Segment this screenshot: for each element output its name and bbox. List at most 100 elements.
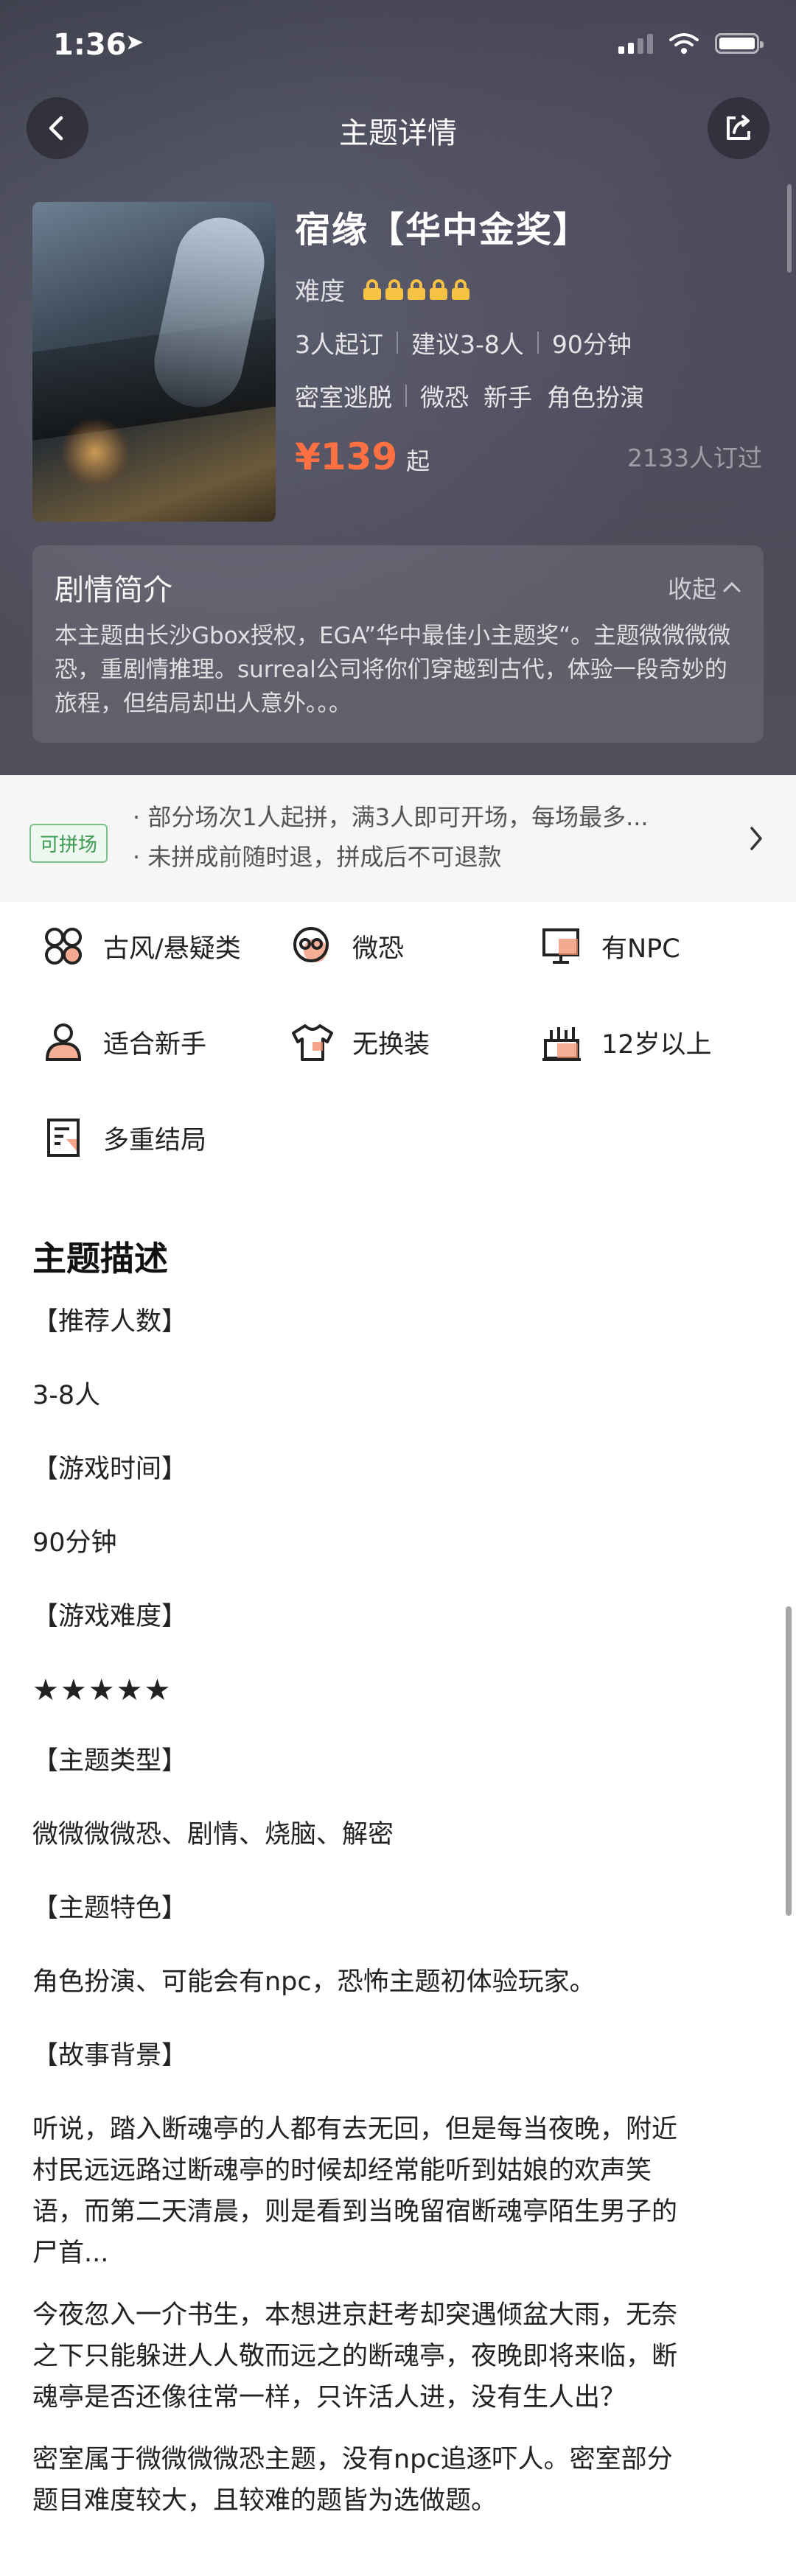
price-row: ¥139 起 2133人订过 (295, 435, 767, 478)
description-heading: 【游戏时间】 (32, 1455, 188, 1484)
description-text: 角色扮演、可能会有npc，恐怖主题初体验玩家。 (32, 1967, 596, 1997)
tag-item: 角色扮演 (547, 383, 644, 412)
theme-title: 宿缘【华中金奖】 (295, 209, 590, 251)
feature-item: 无换装 (289, 1018, 430, 1065)
category-icon (40, 923, 87, 970)
age-icon (538, 1018, 585, 1065)
lock-icon (429, 279, 448, 300)
pin-line: · 部分场次1人起拼，满3人即可开场，每场最多... (133, 803, 649, 831)
collapse-button[interactable]: 收起 (668, 570, 741, 605)
divider (405, 385, 407, 407)
paragraph-line: 村民远远路过断魂亭的时候却经常能听到姑娘的欢声笑 (32, 2156, 652, 2185)
tag-item: 密室逃脱 (295, 383, 392, 412)
suggested-players: 建议3-8人 (411, 330, 524, 359)
paragraph-line: 尸首... (32, 2239, 109, 2268)
skull-icon (289, 923, 336, 970)
share-button[interactable] (708, 97, 769, 159)
hero-header: 1:36 ➤ 主题详情 宿缘【华中金奖】 难度 3人起订 建议3-8人 90分钟… (0, 0, 796, 775)
theme-description: 主题描述 【推荐人数】 3-8人 【游戏时间】 90分钟 【游戏难度】 ★★★★… (32, 1232, 764, 2521)
description-heading: 【主题特色】 (32, 1894, 188, 1923)
feature-label: 适合新手 (103, 1029, 207, 1060)
lock-icon (451, 279, 470, 300)
lock-icon (407, 279, 426, 300)
divider (537, 332, 539, 354)
feature-item: 古风/悬疑类 (40, 923, 241, 970)
divider (397, 332, 398, 354)
lock-icon (363, 279, 382, 300)
paragraph-line: 魂亭是否还像往常一样，只许活人进，没有生人出？ (32, 2383, 626, 2412)
difficulty-row: 难度 (295, 271, 767, 307)
description-heading: 【推荐人数】 (32, 1307, 188, 1337)
description-text: 3-8人 (32, 1381, 101, 1410)
monitor-icon (538, 923, 585, 970)
paragraph-line: 之下只能躲进人人敬而远之的断魂亭，夜晚即将来临，断 (32, 2342, 678, 2371)
feature-item: 适合新手 (40, 1018, 206, 1065)
theme-poster[interactable] (32, 202, 276, 522)
theme-info: 宿缘【华中金奖】 难度 3人起订 建议3-8人 90分钟 密室逃脱 微恐 新手 … (295, 200, 767, 478)
difficulty-locks (363, 279, 470, 300)
chevron-up-icon (723, 581, 741, 592)
tag-item: 新手 (483, 383, 532, 412)
page-title: 主题详情 (339, 116, 457, 150)
status-time: 1:36 (53, 28, 127, 62)
feature-label: 12岁以上 (601, 1029, 712, 1060)
tag-row: 密室逃脱 微恐 新手 角色扮演 (295, 378, 767, 413)
collapse-label: 收起 (668, 575, 716, 603)
difficulty-label: 难度 (295, 277, 345, 307)
synopsis-header: 剧情简介 收起 (55, 566, 741, 609)
description-text: 微微微微恐、剧情、烧脑、解密 (32, 1820, 394, 1849)
synopsis-card: 剧情简介 收起 本主题由长沙Gbox授权，EGA”华中最佳小主题奖“。主题微微微… (32, 545, 764, 743)
background-paragraph: 听说，踏入断魂亭的人都有去无回，但是每当夜晚，附近 村民远远路过断魂亭的时候却经… (32, 2109, 764, 2274)
feature-label: 微恐 (352, 934, 405, 964)
document-icon (40, 1114, 87, 1161)
location-arrow-icon: ➤ (125, 29, 144, 55)
description-heading: 【主题类型】 (32, 1746, 188, 1776)
pin-bar[interactable]: 可拼场 · 部分场次1人起拼，满3人即可开场，每场最多... · 未拼成前随时退… (0, 775, 796, 902)
description-title: 主题描述 (32, 1239, 168, 1278)
duration: 90分钟 (551, 330, 632, 359)
person-icon (40, 1018, 87, 1065)
price: ¥139 (295, 435, 398, 478)
paragraph-line: 今夜忽入一介书生，本想进京赶考却突遇倾盆大雨，无奈 (32, 2300, 678, 2330)
feature-label: 有NPC (601, 934, 680, 964)
shirt-icon (289, 1018, 336, 1065)
scrollbar-top (787, 184, 792, 273)
scrollbar[interactable] (786, 1606, 792, 1916)
paragraph-line: 语，而第二天清晨，则是看到当晚留宿断魂亭陌生男子的 (32, 2197, 678, 2227)
nav-bar: 主题详情 (0, 94, 796, 159)
signal-icon (618, 33, 653, 54)
min-book: 3人起订 (295, 330, 383, 359)
share-icon (727, 115, 750, 140)
status-icons (618, 32, 764, 55)
paragraph-line: 听说，踏入断魂亭的人都有去无回，但是每当夜晚，附近 (32, 2115, 678, 2144)
feature-label: 古风/悬疑类 (103, 934, 241, 964)
feature-item: 12岁以上 (538, 1018, 712, 1065)
battery-icon (715, 33, 764, 54)
feature-item: 微恐 (289, 923, 404, 970)
description-text: 90分钟 (32, 1528, 117, 1558)
pin-badge: 可拼场 (29, 824, 108, 863)
description-heading: 【故事背景】 (32, 2041, 188, 2071)
chevron-right-icon (750, 827, 762, 850)
description-heading: 【游戏难度】 (32, 1602, 188, 1631)
status-bar: 1:36 ➤ (0, 0, 796, 94)
feature-item: 有NPC (538, 923, 680, 970)
synopsis-title: 剧情简介 (55, 573, 172, 607)
price-suffix: 起 (406, 447, 430, 475)
meta-row: 3人起订 建议3-8人 90分钟 (295, 325, 767, 360)
booked-count: 2133人订过 (627, 444, 762, 472)
feature-label: 多重结局 (103, 1125, 207, 1155)
difficulty-stars: ★★★★★ (32, 1673, 172, 1707)
synopsis-text: 本主题由长沙Gbox授权，EGA”华中最佳小主题奖“。主题微微微微恐，重剧情推理… (55, 623, 731, 717)
background-paragraph: 今夜忽入一介书生，本想进京赶考却突遇倾盆大雨，无奈 之下只能躲进人人敬而远之的断… (32, 2295, 764, 2418)
paragraph-line: 题目难度较大，且较难的题皆为选做题。 (32, 2486, 498, 2516)
wifi-icon (669, 33, 699, 54)
tag-item: 微恐 (420, 383, 469, 412)
feature-label: 无换装 (352, 1029, 430, 1060)
background-paragraph: 密室属于微微微微恐主题，没有npc追逐吓人。密室部分 题目难度较大，且较难的题皆… (32, 2439, 764, 2521)
lock-icon (385, 279, 404, 300)
pin-line: · 未拼成前随时退，拼成后不可退款 (133, 843, 502, 871)
pin-info: · 部分场次1人起拼，满3人即可开场，每场最多... · 未拼成前随时退，拼成后… (133, 797, 722, 877)
feature-item: 多重结局 (40, 1114, 206, 1161)
paragraph-line: 密室属于微微微微恐主题，没有npc追逐吓人。密室部分 (32, 2445, 673, 2474)
